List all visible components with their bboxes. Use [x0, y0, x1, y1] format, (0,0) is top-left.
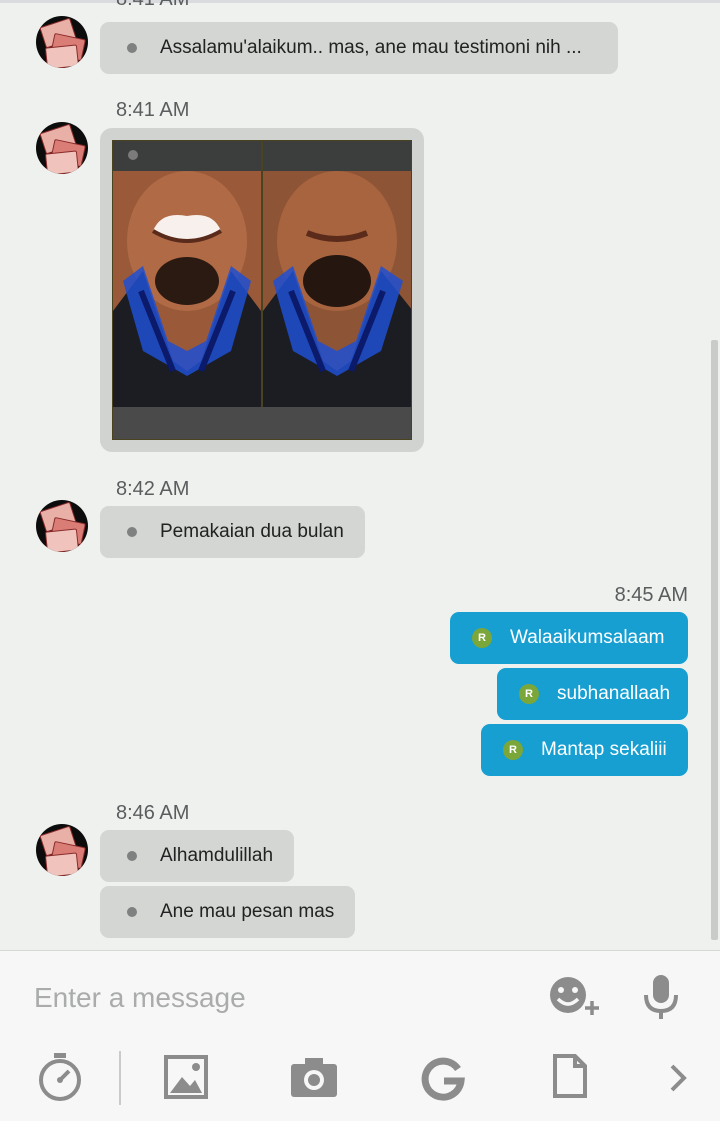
message-text: subhanallaah: [557, 683, 671, 704]
google-icon[interactable]: [420, 1055, 466, 1106]
sender-avatar[interactable]: [36, 16, 88, 68]
message-timestamp: 8:46 AM: [116, 802, 190, 824]
message-text: Pemakaian dua bulan: [160, 521, 344, 542]
message-timestamp: 8:45 AM: [614, 584, 688, 606]
message-bubble-outgoing[interactable]: R Mantap sekaliii: [481, 724, 688, 776]
message-input[interactable]: [32, 975, 516, 1021]
photo-divider: [261, 141, 263, 439]
message-text: Mantap sekaliii: [541, 739, 667, 760]
read-receipt-badge: R: [503, 740, 523, 760]
message-bubble-incoming[interactable]: Alhamdulillah: [100, 830, 294, 882]
toolbar-separator: [119, 1051, 121, 1105]
photo-bottom-strip: [113, 407, 411, 439]
message-text: Alhamdulillah: [160, 845, 274, 866]
image-message-bubble[interactable]: [100, 128, 424, 452]
chat-scrollbar[interactable]: [711, 340, 718, 940]
chevron-right-icon[interactable]: [666, 1063, 690, 1098]
message-bubble-incoming[interactable]: Assalamu'alaikum.. mas, ane mau testimon…: [100, 22, 618, 74]
message-text: Ane mau pesan mas: [160, 901, 335, 922]
read-receipt-badge: R: [519, 684, 539, 704]
sender-avatar[interactable]: [36, 500, 88, 552]
microphone-icon[interactable]: [640, 971, 682, 1028]
camera-icon[interactable]: [289, 1055, 339, 1104]
message-timestamp: 8:42 AM: [116, 478, 190, 500]
gallery-icon[interactable]: [164, 1055, 208, 1104]
top-divider: [0, 0, 720, 3]
bullet-dot-icon: [127, 527, 137, 537]
sender-avatar[interactable]: [36, 122, 88, 174]
message-timestamp: 8:41 AM: [116, 0, 189, 11]
bullet-dot-icon: [128, 150, 138, 160]
chat-thread[interactable]: 8:41 AM Assalamu'alaikum.. mas, ane mau …: [0, 0, 720, 950]
shared-photo[interactable]: [112, 140, 412, 440]
bullet-dot-icon: [127, 851, 137, 861]
bullet-dot-icon: [127, 43, 137, 53]
message-timestamp: 8:41 AM: [116, 99, 190, 121]
message-bubble-outgoing[interactable]: R Walaaikumsalaam: [450, 612, 688, 664]
message-composer: [0, 950, 720, 1121]
message-bubble-incoming[interactable]: Ane mau pesan mas: [100, 886, 355, 938]
message-bubble-incoming[interactable]: Pemakaian dua bulan: [100, 506, 365, 558]
sender-avatar[interactable]: [36, 824, 88, 876]
timer-icon[interactable]: [36, 1051, 84, 1108]
emoji-add-icon[interactable]: [548, 975, 606, 1024]
read-receipt-badge: R: [472, 628, 492, 648]
message-text: Assalamu'alaikum.. mas, ane mau testimon…: [160, 37, 582, 58]
file-icon[interactable]: [552, 1053, 588, 1104]
message-bubble-outgoing[interactable]: R subhanallaah: [497, 668, 688, 720]
message-text: Walaaikumsalaam: [510, 627, 665, 648]
bullet-dot-icon: [127, 907, 137, 917]
